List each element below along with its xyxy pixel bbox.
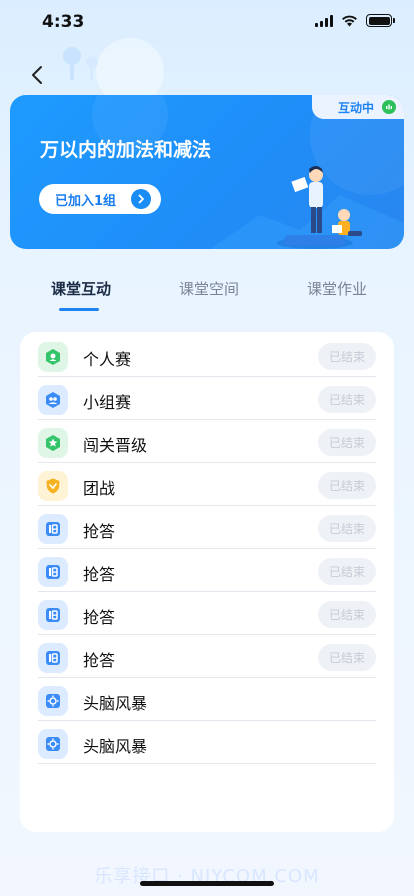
personal-contest-icon	[38, 342, 68, 372]
chevron-right-icon	[131, 189, 151, 209]
list-item[interactable]: 闯关晋级 已结束	[38, 421, 376, 463]
list-item[interactable]: 个人赛 已结束	[38, 335, 376, 377]
list-item-label: 抢答	[83, 522, 116, 541]
live-status-badge: 互动中	[312, 95, 404, 119]
tab-bar: 课堂互动 课堂空间 课堂作业	[0, 278, 414, 318]
list-item[interactable]: 头脑风暴	[38, 679, 376, 721]
list-item[interactable]: 小组赛 已结束	[38, 378, 376, 420]
quick-answer-icon	[38, 514, 68, 544]
course-title: 万以内的加法和减法	[40, 139, 212, 161]
back-button[interactable]	[22, 60, 52, 90]
tab-classroom-space[interactable]: 课堂空间	[179, 278, 239, 299]
tab-underline	[59, 308, 99, 311]
level-up-icon	[38, 428, 68, 458]
signal-icon	[315, 14, 333, 27]
group-button[interactable]: 已加入1组	[39, 184, 161, 214]
status-badge: 已结束	[318, 601, 376, 628]
status-time: 4:33	[42, 12, 85, 32]
tab-classroom-interaction[interactable]: 课堂互动	[51, 278, 111, 299]
live-indicator-icon	[382, 100, 396, 114]
group-contest-icon	[38, 385, 68, 415]
tab-classroom-homework[interactable]: 课堂作业	[307, 278, 367, 299]
list-item-label: 闯关晋级	[83, 436, 148, 455]
list-item[interactable]: 抢答 已结束	[38, 593, 376, 635]
team-battle-icon	[38, 471, 68, 501]
list-item-label: 头脑风暴	[83, 737, 148, 756]
list-item-label: 头脑风暴	[83, 694, 148, 713]
status-badge: 已结束	[318, 386, 376, 413]
list-item-label: 小组赛	[83, 393, 132, 412]
list-item[interactable]: 头脑风暴	[38, 722, 376, 764]
list-item-label: 抢答	[83, 565, 116, 584]
group-label: 已加入1组	[55, 193, 117, 209]
list-item[interactable]: 抢答 已结束	[38, 507, 376, 549]
home-indicator	[140, 881, 274, 886]
quick-answer-icon	[38, 600, 68, 630]
status-badge: 已结束	[318, 644, 376, 671]
list-item-label: 个人赛	[83, 350, 132, 369]
list-item[interactable]: 抢答 已结束	[38, 550, 376, 592]
wifi-icon	[342, 15, 357, 26]
list-item[interactable]: 抢答 已结束	[38, 636, 376, 678]
status-badge: 已结束	[318, 515, 376, 542]
quick-answer-icon	[38, 557, 68, 587]
list-item[interactable]: 团战 已结束	[38, 464, 376, 506]
status-badge: 已结束	[318, 429, 376, 456]
list-item-label: 抢答	[83, 651, 116, 670]
status-icons	[315, 14, 395, 27]
status-badge: 已结束	[318, 472, 376, 499]
chevron-left-icon	[32, 66, 42, 84]
list-item-label: 抢答	[83, 608, 116, 627]
status-badge: 已结束	[318, 343, 376, 370]
list-item-label: 团战	[83, 479, 116, 498]
status-badge: 已结束	[318, 558, 376, 585]
live-status-label: 互动中	[338, 100, 375, 115]
activity-list: 个人赛 已结束 小组赛 已结束 闯关晋级 已结束 团战 已结束 抢答 已结束 抢…	[20, 332, 394, 832]
status-bar: 4:33	[0, 0, 414, 46]
battery-icon	[366, 14, 395, 27]
quick-answer-icon	[38, 643, 68, 673]
brainstorm-icon	[38, 729, 68, 759]
brainstorm-icon	[38, 686, 68, 716]
